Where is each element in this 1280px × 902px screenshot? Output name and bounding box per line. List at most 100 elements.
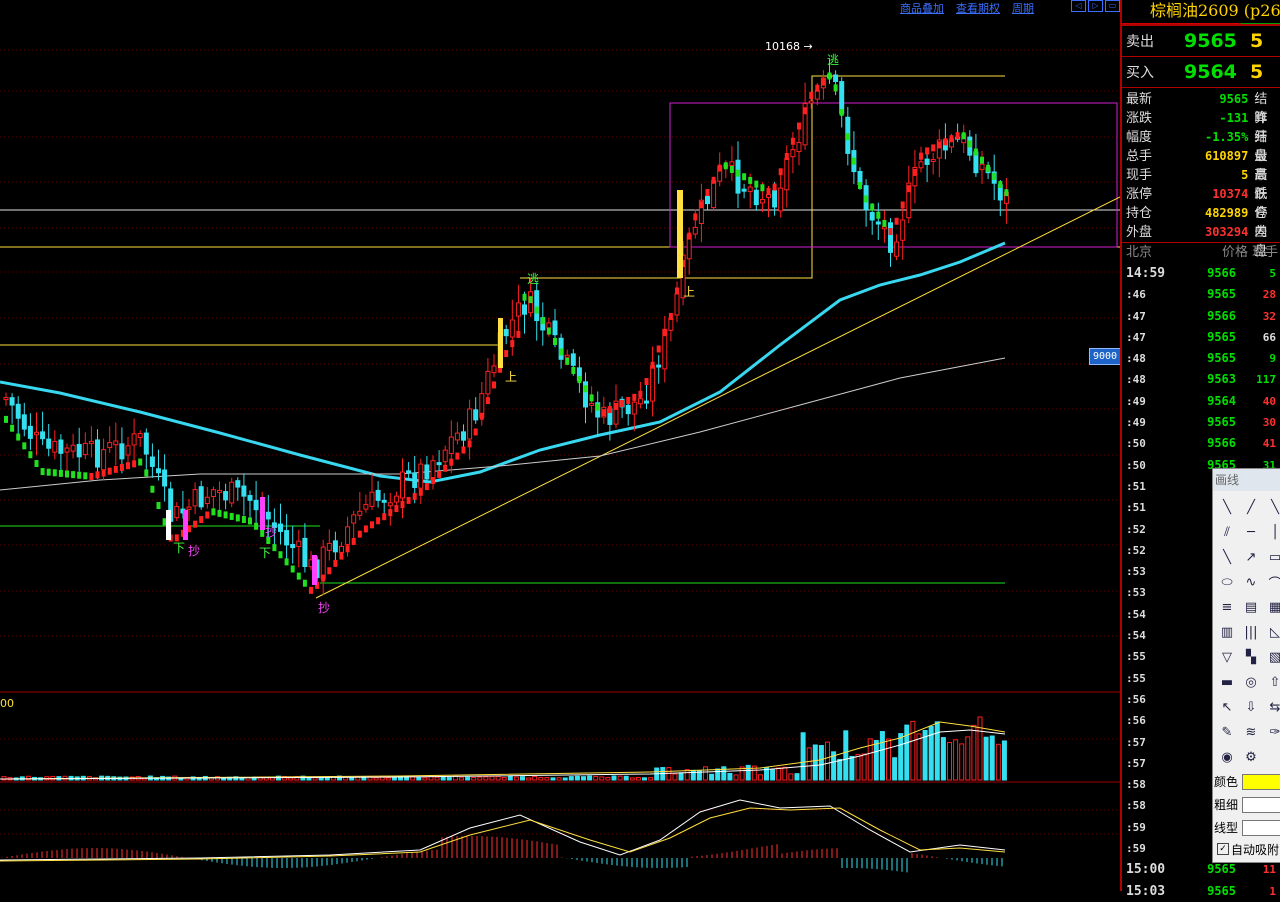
speed-icon[interactable]: ▧	[1263, 645, 1280, 670]
signal-mark	[919, 152, 923, 160]
draw-tool-window[interactable]: 画线 ╲ ╱ ╲ ⫽ ─ │ ╲ ↗ ▭ ⬭ ∿ ⌒ ≡ ▤ ▦ ▥ ||| ◺ ▽ ▚ ▧ ▬ ◎ ⇧ ↖ ⇩ ⇆ ✎ ≋ ✑ ◉ ⚙ 颜色…	[1212, 468, 1280, 863]
volume-bar	[818, 745, 824, 781]
style-select[interactable]	[1242, 819, 1280, 836]
ruler-icon[interactable]: ▬	[1215, 670, 1239, 695]
signal-mark	[717, 164, 722, 172]
tick-row: :49 9565 30	[1122, 412, 1280, 433]
candle-body	[735, 159, 741, 194]
circle-target-icon[interactable]: ◎	[1239, 670, 1263, 695]
volume-bar	[745, 764, 751, 781]
parallel-icon[interactable]: ⫽	[1215, 520, 1239, 545]
contract-title[interactable]: 棕榈油2609 (p26	[1122, 0, 1280, 26]
candle-body	[210, 489, 216, 498]
candle-body	[753, 189, 759, 206]
signal-mark	[784, 153, 789, 160]
rect-icon[interactable]: ▭	[1263, 545, 1280, 570]
tick-time: :53	[1126, 565, 1146, 579]
candle-body	[766, 194, 771, 198]
volume-bar	[898, 733, 904, 781]
menu-overlay[interactable]: 商品叠加	[900, 0, 944, 15]
color-swatch[interactable]	[1242, 773, 1280, 790]
segment-icon[interactable]: ╲	[1263, 495, 1280, 520]
volume-bar	[25, 775, 31, 781]
volume-bar	[940, 737, 946, 781]
fib-icon[interactable]: ≡	[1215, 595, 1239, 620]
ray-icon[interactable]: ╱	[1239, 495, 1263, 520]
volume-bar	[587, 775, 593, 781]
signal-mark	[492, 381, 496, 389]
swap-arrow-icon[interactable]: ⇆	[1263, 695, 1280, 720]
wave-icon[interactable]: ∿	[1239, 570, 1263, 595]
green-arrow-icon[interactable]: ⇩	[1239, 695, 1263, 720]
signal-up-label: 上	[683, 285, 695, 299]
triangle-icon[interactable]: ◺	[1263, 620, 1280, 645]
candle-body	[637, 398, 643, 405]
signal-mark	[113, 465, 118, 473]
volume-bar	[965, 736, 971, 781]
signal-mark	[565, 357, 570, 365]
signal-mark	[693, 213, 698, 221]
auto-snap-checkbox[interactable]: ✓	[1217, 843, 1229, 855]
signal-mark	[254, 522, 259, 530]
arc-icon[interactable]: ⌒	[1263, 570, 1280, 595]
arrow-icon[interactable]: ↗	[1239, 545, 1263, 570]
tick-row: :48 9563 117	[1122, 369, 1280, 390]
signal-mark	[748, 176, 753, 184]
volume-bar	[837, 758, 843, 781]
gann-icon[interactable]: ▤	[1239, 595, 1263, 620]
tick-volume: 117	[1256, 373, 1276, 387]
candle-body	[369, 491, 375, 507]
channel-icon[interactable]: ▦	[1263, 595, 1280, 620]
pitchfork-icon[interactable]: ▚	[1239, 645, 1263, 670]
candle-body	[278, 523, 283, 532]
signal-mark	[46, 468, 51, 476]
candle-body	[296, 540, 302, 548]
volume-bar	[623, 775, 629, 781]
red-arrow-icon[interactable]: ↖	[1215, 695, 1239, 720]
gear-icon[interactable]: ⚙	[1239, 745, 1263, 770]
buy-price[interactable]: 9564	[1184, 61, 1250, 83]
candle-body	[363, 504, 369, 510]
signal-mark	[150, 485, 155, 493]
cycle-icon[interactable]: ▥	[1215, 620, 1239, 645]
volume-bar	[391, 777, 397, 781]
candle-body	[589, 402, 595, 406]
candle-body	[101, 449, 107, 471]
signal-mark	[534, 306, 539, 314]
tick-volume: 40	[1262, 394, 1276, 408]
abcd-icon[interactable]: ▽	[1215, 645, 1239, 670]
up-arrow-icon[interactable]: ⇧	[1263, 670, 1280, 695]
signal-mark	[363, 525, 368, 533]
multi-line-icon[interactable]: ≋	[1239, 720, 1263, 745]
ellipse-icon[interactable]: ⬭	[1215, 570, 1239, 595]
kline-chart[interactable]: 10168 →逃逃上上下 下抄抄抄00	[0, 0, 1120, 891]
candle-body	[241, 485, 247, 497]
volume-bar	[574, 775, 580, 781]
volume-bar	[757, 774, 763, 781]
forward-icon[interactable]: ▷	[1088, 0, 1103, 12]
arrow-line-icon[interactable]: ╲	[1215, 545, 1239, 570]
hline-icon[interactable]: ─	[1239, 520, 1263, 545]
candle-body	[34, 431, 39, 436]
menu-options[interactable]: 查看期权	[956, 0, 1000, 15]
sell-price[interactable]: 9565	[1184, 30, 1250, 52]
volume-bar	[581, 776, 586, 781]
width-row: 粗细	[1213, 793, 1280, 816]
pen-icon[interactable]: ✎	[1215, 720, 1239, 745]
line-icon[interactable]: ╲	[1215, 495, 1239, 520]
eye-icon[interactable]: ◉	[1215, 745, 1239, 770]
width-select[interactable]	[1242, 796, 1280, 813]
vline-icon[interactable]: │	[1263, 520, 1280, 545]
rewind-icon[interactable]: ◁	[1071, 0, 1086, 12]
signal-mark	[382, 513, 387, 521]
signal-mark	[949, 135, 954, 143]
vert-lines-icon[interactable]: |||	[1239, 620, 1263, 645]
menu-period[interactable]: 周期	[1012, 0, 1034, 15]
draw-tool-title[interactable]: 画线	[1213, 469, 1280, 491]
signal-mark	[845, 133, 850, 141]
candle-body	[772, 190, 778, 208]
signal-mark	[284, 558, 289, 566]
ticks-header-volume: 现手	[1251, 245, 1278, 260]
expand-icon[interactable]: ▭	[1105, 0, 1120, 12]
note-icon[interactable]: ✑	[1263, 720, 1280, 745]
